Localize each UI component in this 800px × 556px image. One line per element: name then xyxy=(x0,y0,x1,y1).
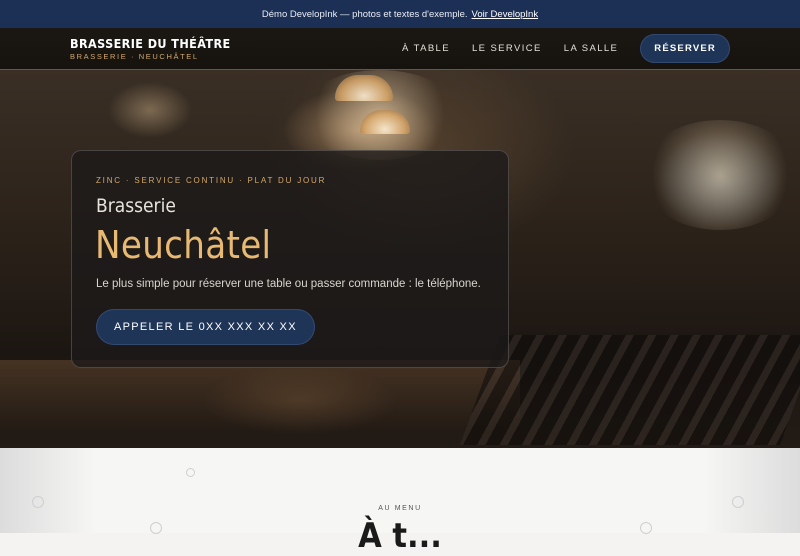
hero-eyebrow: ZINC · SERVICE CONTINU · PLAT DU JOUR xyxy=(96,176,327,185)
site-header: BRASSERIE DU THÉÂTRE BRASSERIE · NEUCHÂT… xyxy=(0,28,800,70)
menu-section: AU MENU À t... xyxy=(0,448,800,556)
nav-item-le-service[interactable]: LE SERVICE xyxy=(472,43,542,54)
demo-banner: Démo DevelopInk — photos et textes d'exe… xyxy=(0,0,800,28)
main-nav: À TABLE LE SERVICE LA SALLE RÉSERVER xyxy=(402,34,730,63)
call-button[interactable]: APPELER LE 0XX XXX XX XX xyxy=(96,309,315,345)
brand-subtitle: BRASSERIE · NEUCHÂTEL xyxy=(70,52,199,61)
nav-item-la-salle[interactable]: LA SALLE xyxy=(564,43,619,54)
hero-lead: Le plus simple pour réserver une table o… xyxy=(96,278,481,290)
hero-bg-glow xyxy=(640,120,800,230)
brand-logo[interactable]: BRASSERIE DU THÉÂTRE BRASSERIE · NEUCHÂT… xyxy=(70,36,231,62)
brand-title: BRASSERIE DU THÉÂTRE xyxy=(70,36,231,51)
demo-banner-text: Démo DevelopInk — photos et textes d'exe… xyxy=(261,8,468,20)
menu-eyebrow: AU MENU xyxy=(378,505,422,512)
reserve-button[interactable]: RÉSERVER xyxy=(640,34,730,63)
demo-banner-link[interactable]: Voir DevelopInk xyxy=(472,9,539,20)
hero-card: ZINC · SERVICE CONTINU · PLAT DU JOUR Br… xyxy=(71,150,509,368)
hero-bg-stools xyxy=(459,335,800,445)
hero-title-line2: Neuchâtel xyxy=(95,223,272,267)
hero-section: ZINC · SERVICE CONTINU · PLAT DU JOUR Br… xyxy=(0,70,800,448)
menu-heading: À t... xyxy=(358,516,442,556)
decor-dot xyxy=(186,468,195,477)
nav-item-a-table[interactable]: À TABLE xyxy=(402,43,450,54)
hero-title-line1: Brasserie xyxy=(96,195,176,217)
hero-bg-bar xyxy=(0,360,520,430)
